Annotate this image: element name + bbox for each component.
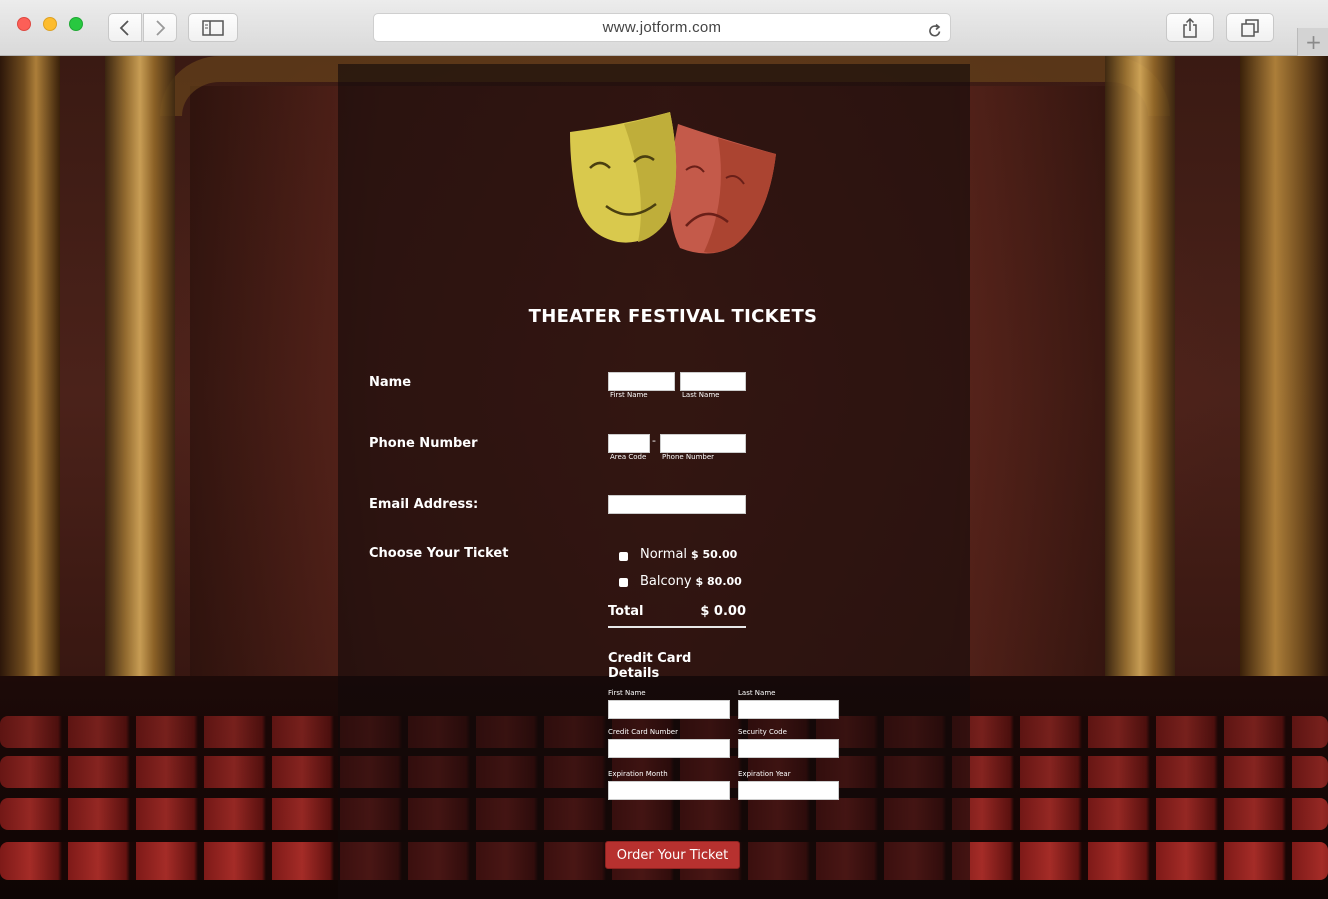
close-window-button[interactable] bbox=[17, 17, 31, 31]
chevron-left-icon bbox=[119, 19, 129, 36]
credit-card-title: Credit Card Details bbox=[608, 651, 692, 681]
expiration-year-label: Expiration Year bbox=[738, 770, 791, 778]
expiration-month-label: Expiration Month bbox=[608, 770, 668, 778]
balcony-ticket-option[interactable]: Balcony $ 80.00 bbox=[640, 574, 742, 589]
area-code-input[interactable] bbox=[608, 434, 650, 453]
order-ticket-button[interactable]: Order Your Ticket bbox=[605, 841, 740, 869]
minimize-window-button[interactable] bbox=[43, 17, 57, 31]
phone-number-input[interactable] bbox=[660, 434, 746, 453]
left-balcony-column bbox=[0, 56, 60, 696]
normal-ticket-checkbox[interactable] bbox=[619, 552, 628, 561]
card-number-input[interactable] bbox=[608, 739, 730, 758]
email-label: Email Address: bbox=[369, 497, 479, 512]
right-gilded-column bbox=[1105, 56, 1175, 696]
ticket-label: Choose Your Ticket bbox=[369, 546, 509, 561]
security-code-label: Security Code bbox=[738, 728, 787, 736]
phone-label: Phone Number bbox=[369, 436, 478, 451]
right-balcony-column bbox=[1240, 56, 1328, 696]
maximize-window-button[interactable] bbox=[69, 17, 83, 31]
cc-first-name-input[interactable] bbox=[608, 700, 730, 719]
cc-last-name-input[interactable] bbox=[738, 700, 839, 719]
area-code-sublabel: Area Code bbox=[610, 453, 647, 461]
forward-button[interactable] bbox=[143, 13, 177, 42]
chevron-right-icon bbox=[156, 19, 166, 36]
address-bar[interactable]: www.jotform.com bbox=[373, 13, 951, 42]
sidebar-toggle-button[interactable] bbox=[188, 13, 238, 42]
first-name-input[interactable] bbox=[608, 372, 675, 391]
phone-number-sublabel: Phone Number bbox=[662, 453, 715, 461]
cc-last-name-label: Last Name bbox=[738, 689, 776, 697]
url-text: www.jotform.com bbox=[602, 19, 722, 36]
cc-first-name-label: First Name bbox=[608, 689, 646, 697]
normal-ticket-price: $ 50.00 bbox=[691, 548, 738, 561]
normal-ticket-option[interactable]: Normal $ 50.00 bbox=[640, 547, 737, 562]
share-icon bbox=[1183, 17, 1197, 38]
last-name-input[interactable] bbox=[680, 372, 746, 391]
browser-toolbar: www.jotform.com + bbox=[0, 0, 1328, 56]
expiration-month-input[interactable] bbox=[608, 781, 730, 800]
email-input[interactable] bbox=[608, 495, 746, 514]
back-button[interactable] bbox=[108, 13, 142, 42]
balcony-ticket-label: Balcony bbox=[640, 574, 692, 589]
total-label: Total bbox=[608, 604, 644, 619]
name-label: Name bbox=[369, 375, 412, 390]
tabs-icon bbox=[1241, 18, 1259, 37]
balcony-ticket-checkbox[interactable] bbox=[619, 578, 628, 587]
left-gilded-column bbox=[105, 56, 175, 696]
new-tab-button[interactable]: + bbox=[1297, 28, 1328, 56]
normal-ticket-label: Normal bbox=[640, 547, 688, 562]
first-name-sublabel: First Name bbox=[610, 391, 648, 399]
reload-icon[interactable] bbox=[928, 20, 942, 47]
expiration-year-input[interactable] bbox=[738, 781, 839, 800]
total-value: $ 0.00 bbox=[700, 604, 746, 619]
total-divider bbox=[608, 626, 746, 628]
balcony-ticket-price: $ 80.00 bbox=[695, 575, 742, 588]
phone-separator: - bbox=[652, 434, 656, 447]
sidebar-icon bbox=[202, 19, 224, 36]
plus-icon: + bbox=[1305, 30, 1322, 54]
card-number-label: Credit Card Number bbox=[608, 728, 678, 736]
theater-masks-logo bbox=[570, 112, 776, 254]
form-title: THEATER FESTIVAL TICKETS bbox=[528, 306, 818, 327]
last-name-sublabel: Last Name bbox=[682, 391, 720, 399]
security-code-input[interactable] bbox=[738, 739, 839, 758]
tabs-overview-button[interactable] bbox=[1226, 13, 1274, 42]
share-button[interactable] bbox=[1166, 13, 1214, 42]
